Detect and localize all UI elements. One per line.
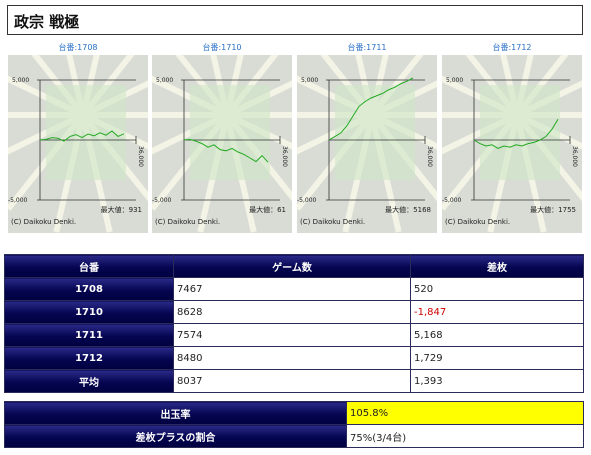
summary-table: 出玉率 105.8% 差枚プラスの割合 75%(3/4台) <box>4 401 584 448</box>
row-machine-id: 1711 <box>4 323 174 347</box>
row-machine-id: 1712 <box>4 346 174 370</box>
y-label-top: 5,000 <box>156 77 173 84</box>
x-label-end: 36,000 <box>426 146 433 167</box>
graph-panel: 台番:1711 5,000 -5,000 36,000 最大値：5168 (C) Daik… <box>297 42 437 234</box>
summary-row-payout: 出玉率 105.8% <box>4 401 584 425</box>
y-label-bottom: -5,000 <box>297 197 317 204</box>
max-value-label: 最大値：5168 <box>385 206 431 214</box>
graph-title: 台番:1712 <box>492 43 532 52</box>
table-row: 1711 7574 5,168 <box>4 323 584 347</box>
graph-canvas: 5,000 -5,000 36,000 最大値：61 (C) Daikoku Denki… <box>152 55 292 233</box>
graph-canvas: 5,000 -5,000 36,000 最大値：5168 (C) Daikoku Den… <box>297 55 437 233</box>
background-logo <box>335 85 415 180</box>
x-label-end: 36,000 <box>137 146 144 167</box>
background-logo <box>480 85 560 180</box>
page-title-box: 政宗 戦極 <box>7 5 583 35</box>
max-value-label: 最大値：61 <box>249 206 286 214</box>
row-games: 8037 <box>173 369 411 393</box>
row-games: 7467 <box>173 277 411 301</box>
x-label-end: 36,000 <box>281 146 288 167</box>
max-value-label: 最大値：1755 <box>530 206 576 214</box>
y-label-top: 5,000 <box>12 77 29 84</box>
copyright-label: (C) Daikoku Denki. <box>445 218 511 226</box>
table-row: 1708 7467 520 <box>4 277 584 301</box>
graph-canvas: 5,000 -5,000 36,000 最大値：1755 (C) Daikoku Den… <box>442 55 582 233</box>
plus-ratio-value: 75%(3/4台) <box>346 424 584 448</box>
row-diff: -1,847 <box>410 300 584 324</box>
row-diff: 1,393 <box>410 369 584 393</box>
table-header-row: 台番 ゲーム数 差枚 <box>4 254 584 278</box>
copyright-label: (C) Daikoku Denki. <box>11 218 77 226</box>
plus-ratio-label: 差枚プラスの割合 <box>4 424 347 448</box>
x-label-end: 36,000 <box>571 146 578 167</box>
payout-value: 105.8% <box>346 401 584 425</box>
graph-canvas: 5,000 -5,000 36,000 最大値：931 (C) Daikoku Denk… <box>8 55 148 233</box>
y-label-top: 5,000 <box>301 77 318 84</box>
max-value-label: 最大値：931 <box>100 206 142 214</box>
graph-title: 台番:1708 <box>58 43 98 52</box>
background-logo <box>190 85 270 180</box>
table-row-average: 平均 8037 1,393 <box>4 369 584 393</box>
row-diff: 1,729 <box>410 346 584 370</box>
copyright-label: (C) Daikoku Denki. <box>300 218 366 226</box>
col-header-games: ゲーム数 <box>173 254 411 278</box>
y-label-bottom: -5,000 <box>8 197 28 204</box>
table-row: 1710 8628 -1,847 <box>4 300 584 324</box>
row-games: 8480 <box>173 346 411 370</box>
graph-panel: 台番:1712 5,000 -5,000 36,000 最大値：1755 (C) Daik… <box>442 42 582 234</box>
row-games: 7574 <box>173 323 411 347</box>
graph-title: 台番:1711 <box>347 43 387 52</box>
row-machine-id: 平均 <box>4 369 174 393</box>
graph-panel: 台番:1708 5,000 -5,000 36,000 最大値：931 (C) Daiko… <box>8 42 148 234</box>
page-title: 政宗 戦極 <box>14 13 80 31</box>
row-machine-id: 1710 <box>4 300 174 324</box>
table-row: 1712 8480 1,729 <box>4 346 584 370</box>
y-label-top: 5,000 <box>446 77 463 84</box>
row-machine-id: 1708 <box>4 277 174 301</box>
payout-label: 出玉率 <box>4 401 347 425</box>
y-label-bottom: -5,000 <box>152 197 172 204</box>
graph-panel: 台番:1710 5,000 -5,000 36,000 最大値：61 (C) Daikok… <box>152 42 292 234</box>
col-header-diff: 差枚 <box>410 254 584 278</box>
summary-row-plus-ratio: 差枚プラスの割合 75%(3/4台) <box>4 424 584 448</box>
results-table: 台番 ゲーム数 差枚 1708 7467 520 1710 8628 -1,84… <box>4 254 584 393</box>
col-header-machine: 台番 <box>4 254 174 278</box>
graph-title: 台番:1710 <box>202 43 242 52</box>
row-diff: 5,168 <box>410 323 584 347</box>
y-label-bottom: -5,000 <box>442 197 462 204</box>
copyright-label: (C) Daikoku Denki. <box>155 218 221 226</box>
row-games: 8628 <box>173 300 411 324</box>
row-diff: 520 <box>410 277 584 301</box>
